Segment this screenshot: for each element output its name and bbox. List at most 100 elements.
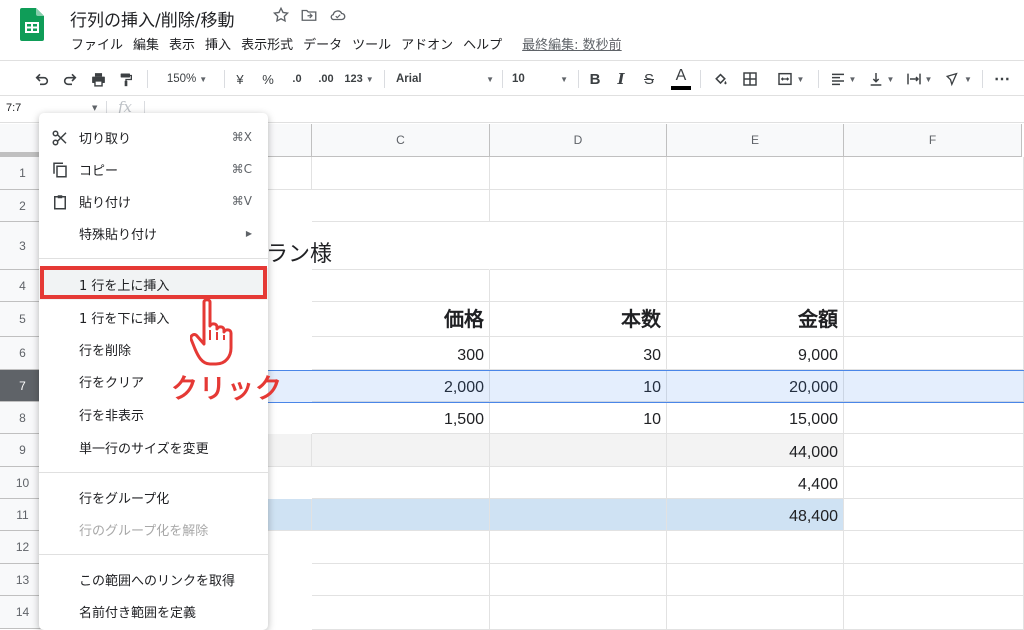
menu-item-paste[interactable]: 貼り付け ⌘V	[39, 185, 268, 217]
sheets-logo-icon[interactable]	[20, 8, 44, 41]
cell-e11[interactable]: 48,400	[667, 499, 844, 531]
cell-e7[interactable]: 20,000	[667, 370, 844, 402]
cell-e13[interactable]	[667, 564, 844, 596]
cell-d6[interactable]: 30	[490, 337, 667, 370]
cell-f13[interactable]	[844, 564, 1024, 596]
move-folder-icon[interactable]	[300, 6, 318, 24]
cell-d1[interactable]	[490, 157, 667, 190]
bold-button[interactable]: B	[586, 61, 604, 97]
cell-f14[interactable]	[844, 596, 1024, 630]
menu-tools[interactable]: ツール	[352, 34, 391, 53]
text-wrap-button[interactable]: ▼	[902, 61, 936, 97]
last-edit-link[interactable]: 最終編集: 数秒前	[522, 34, 622, 53]
cell-e9[interactable]: 44,000	[667, 434, 844, 467]
cell-e4[interactable]	[667, 270, 844, 302]
cell-e5[interactable]: 金額	[667, 302, 844, 337]
cell-d10[interactable]	[490, 467, 667, 499]
menu-addons[interactable]: アドオン	[401, 34, 453, 53]
more-formats-button[interactable]: 123 ▼	[342, 61, 376, 97]
paint-format-button[interactable]	[114, 61, 138, 97]
cell-c8[interactable]: 1,500	[312, 402, 490, 434]
menu-item-define-named-range[interactable]: 名前付き範囲を定義	[39, 595, 268, 627]
cell-c2[interactable]	[312, 190, 490, 222]
cell-f10[interactable]	[844, 467, 1024, 499]
cell-f7[interactable]	[844, 370, 1024, 402]
cell-d14[interactable]	[490, 596, 667, 630]
column-header-d[interactable]: D	[490, 124, 667, 157]
cell-c6[interactable]: 300	[312, 337, 490, 370]
cell-e1[interactable]	[667, 157, 844, 190]
percent-button[interactable]: %	[258, 61, 278, 97]
menu-item-group-row[interactable]: 行をグループ化	[39, 481, 268, 513]
cell-e2[interactable]	[667, 190, 844, 222]
cell-d4[interactable]	[490, 270, 667, 302]
name-box-caret-icon[interactable]: ▼	[92, 104, 97, 112]
star-icon[interactable]	[272, 6, 290, 24]
cell-f9[interactable]	[844, 434, 1024, 467]
cell-d11[interactable]	[490, 499, 667, 531]
redo-button[interactable]	[58, 61, 82, 97]
cell-e14[interactable]	[667, 596, 844, 630]
cell-d7[interactable]: 10	[490, 370, 667, 402]
column-header-c[interactable]: C	[312, 124, 490, 157]
name-box[interactable]: 7:7	[6, 102, 21, 114]
text-rotation-button[interactable]: ▼	[940, 61, 976, 97]
decrease-decimal-button[interactable]: .0	[284, 61, 310, 97]
cell-f5[interactable]	[844, 302, 1024, 337]
cell-c5[interactable]: 価格	[312, 302, 490, 337]
increase-decimal-button[interactable]: .00	[312, 61, 340, 97]
cell-e10[interactable]: 4,400	[667, 467, 844, 499]
menu-item-resize-row[interactable]: 単一行のサイズを変更	[39, 431, 268, 463]
cell-c4[interactable]	[312, 270, 490, 302]
menu-item-cut[interactable]: 切り取り ⌘X	[39, 121, 268, 153]
menu-item-get-link[interactable]: この範囲へのリンクを取得	[39, 563, 268, 595]
menu-item-copy[interactable]: コピー ⌘C	[39, 153, 268, 185]
cell-f3[interactable]	[844, 222, 1024, 270]
menu-edit[interactable]: 編集	[133, 34, 159, 53]
cell-f2[interactable]	[844, 190, 1024, 222]
cell-e6[interactable]: 9,000	[667, 337, 844, 370]
currency-button[interactable]: ¥	[230, 61, 250, 97]
column-header-e[interactable]: E	[667, 124, 844, 157]
cell-d2[interactable]	[490, 190, 667, 222]
cell-d3[interactable]	[490, 222, 667, 270]
cell-c10[interactable]	[312, 467, 490, 499]
cell-c14[interactable]	[312, 596, 490, 630]
cell-e3[interactable]	[667, 222, 844, 270]
strikethrough-button[interactable]: S	[640, 61, 658, 97]
borders-button[interactable]	[738, 61, 762, 97]
cell-d5[interactable]: 本数	[490, 302, 667, 337]
document-title[interactable]: 行列の挿入/削除/移動	[70, 6, 234, 31]
cell-f6[interactable]	[844, 337, 1024, 370]
cloud-saved-icon[interactable]	[328, 6, 348, 24]
cell-d13[interactable]	[490, 564, 667, 596]
cell-c11[interactable]	[312, 499, 490, 531]
font-select[interactable]: Arial ▼	[396, 61, 494, 97]
merge-cells-button[interactable]: ▼	[768, 61, 812, 97]
menu-file[interactable]: ファイル	[71, 34, 123, 53]
cell-e8[interactable]: 15,000	[667, 402, 844, 434]
undo-button[interactable]	[30, 61, 54, 97]
menu-item-paste-special[interactable]: 特殊貼り付け ▶	[39, 217, 268, 249]
menu-view[interactable]: 表示	[169, 34, 195, 53]
fill-color-button[interactable]	[708, 61, 732, 97]
menu-format[interactable]: 表示形式	[241, 34, 293, 53]
menu-insert[interactable]: 挿入	[205, 34, 231, 53]
cell-d9[interactable]	[490, 434, 667, 467]
column-header-f[interactable]: F	[844, 124, 1022, 157]
cell-f8[interactable]	[844, 402, 1024, 434]
zoom-select[interactable]: 150% ▼	[156, 61, 218, 97]
vertical-align-button[interactable]: ▼	[864, 61, 898, 97]
cell-c9[interactable]	[312, 434, 490, 467]
italic-button[interactable]: I	[612, 61, 630, 97]
cell-f1[interactable]	[844, 157, 1024, 190]
cell-c12[interactable]	[312, 531, 490, 564]
cell-c7[interactable]: 2,000	[312, 370, 490, 402]
horizontal-align-button[interactable]: ▼	[826, 61, 860, 97]
print-button[interactable]	[86, 61, 110, 97]
cell-f12[interactable]	[844, 531, 1024, 564]
cell-f4[interactable]	[844, 270, 1024, 302]
cell-e12[interactable]	[667, 531, 844, 564]
more-icon[interactable]: ⋯	[990, 61, 1014, 97]
cell-d8[interactable]: 10	[490, 402, 667, 434]
